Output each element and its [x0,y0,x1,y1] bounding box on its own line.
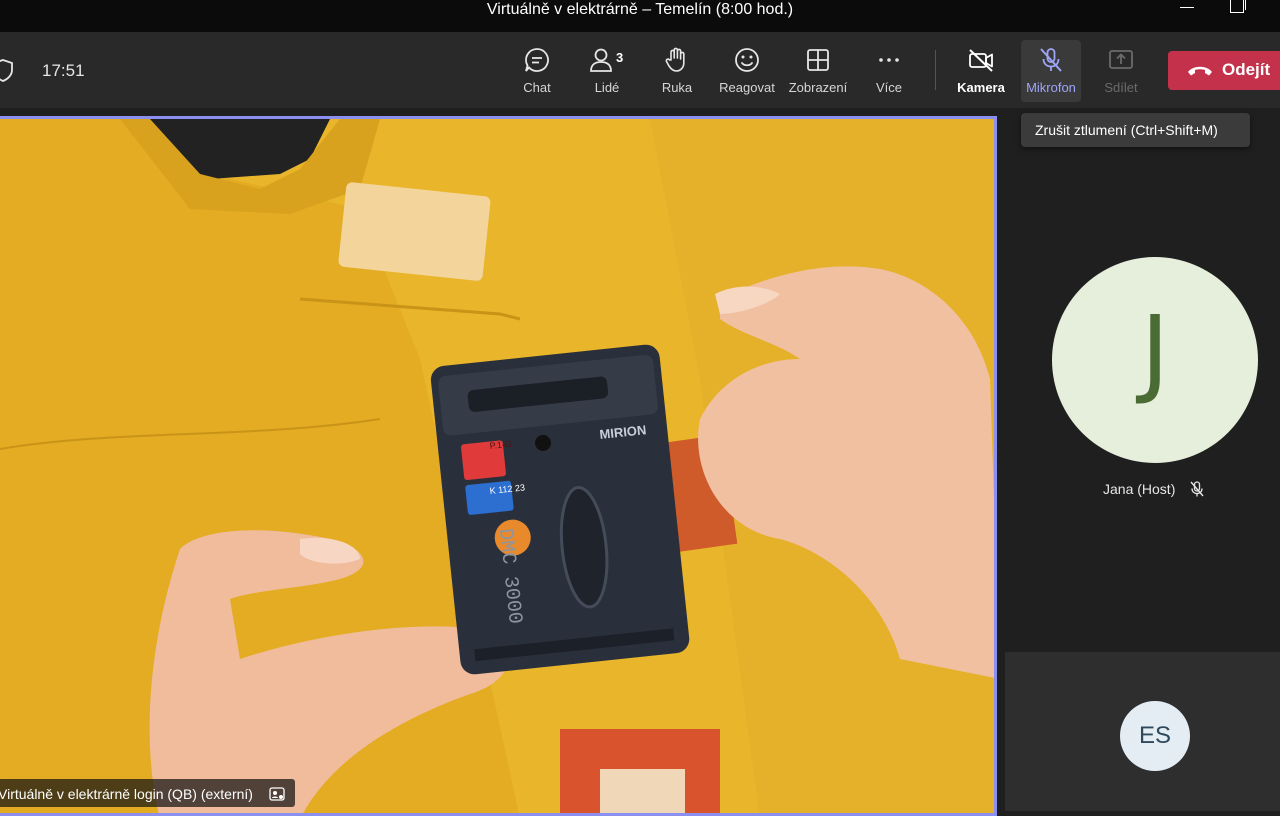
more-dots-icon [879,58,899,62]
muted-mic-icon [1190,481,1204,497]
microphone-button[interactable]: Mikrofon [1021,40,1081,102]
people-icon [590,48,612,72]
raise-hand-button[interactable]: Ruka [644,40,710,102]
video-frame-image: MIRION P.1-G K 112 23 DMC 3000 [0,119,994,813]
people-count-badge: 3 [616,50,624,65]
main-video-name-label: Virtuálně v elektrárně login (QB) (exter… [0,779,296,807]
toolbar-divider [935,50,936,90]
shield-icon [0,59,13,82]
camera-button[interactable]: Kamera [948,40,1014,102]
people-button[interactable]: 3 Lidé [574,40,640,102]
meeting-toolbar: 17:51 Chat 3 Lidé Ruka Reagovat Zobrazen… [0,32,1280,108]
more-label: Více [875,80,902,95]
mic-off-icon [1040,48,1062,72]
meeting-timer: 17:51 [42,61,85,80]
chat-icon [525,48,549,72]
leave-button[interactable]: Odejít [1168,51,1280,90]
title-bar: Virtuálně v elektrárně – Temelín (8:00 h… [0,0,1280,32]
chat-button[interactable]: Chat [504,40,570,102]
hang-up-icon [1188,66,1212,76]
avatar-initial: J [1140,295,1170,407]
mic-tooltip-text: Zrušit ztlumení (Ctrl+Shift+M) [1035,122,1218,138]
layout-grid-icon [807,49,829,71]
more-button[interactable]: Více [856,40,922,102]
smiley-icon [735,48,759,72]
participant-avatar-jana[interactable]: J [1052,257,1258,463]
restore-icon[interactable] [1216,0,1256,20]
share-tray-icon [1109,50,1133,69]
participant-avatar-es[interactable]: ES [1120,701,1190,771]
hand-icon [665,47,685,72]
main-video-tile[interactable]: MIRION P.1-G K 112 23 DMC 3000 [0,116,997,816]
window-title: Virtuálně v elektrárně – Temelín (8:00 h… [486,1,794,18]
react-button[interactable]: Reagovat [714,40,780,102]
avatar-initials: ES [1138,722,1171,749]
participant-name-jana: Jana (Host) [1103,481,1176,497]
mic-tooltip: Zrušit ztlumení (Ctrl+Shift+M) [1021,113,1250,147]
external-user-icon [269,787,286,801]
share-button[interactable]: Sdílet [1088,40,1154,102]
view-button[interactable]: Zobrazení [785,40,851,102]
camera-off-icon [969,49,993,72]
share-label: Sdílet [1104,80,1138,95]
minimize-icon[interactable] [1168,0,1208,20]
leave-label: Odejít [1222,60,1271,79]
main-video-participant-name: Virtuálně v elektrárně login (QB) (exter… [0,786,253,802]
